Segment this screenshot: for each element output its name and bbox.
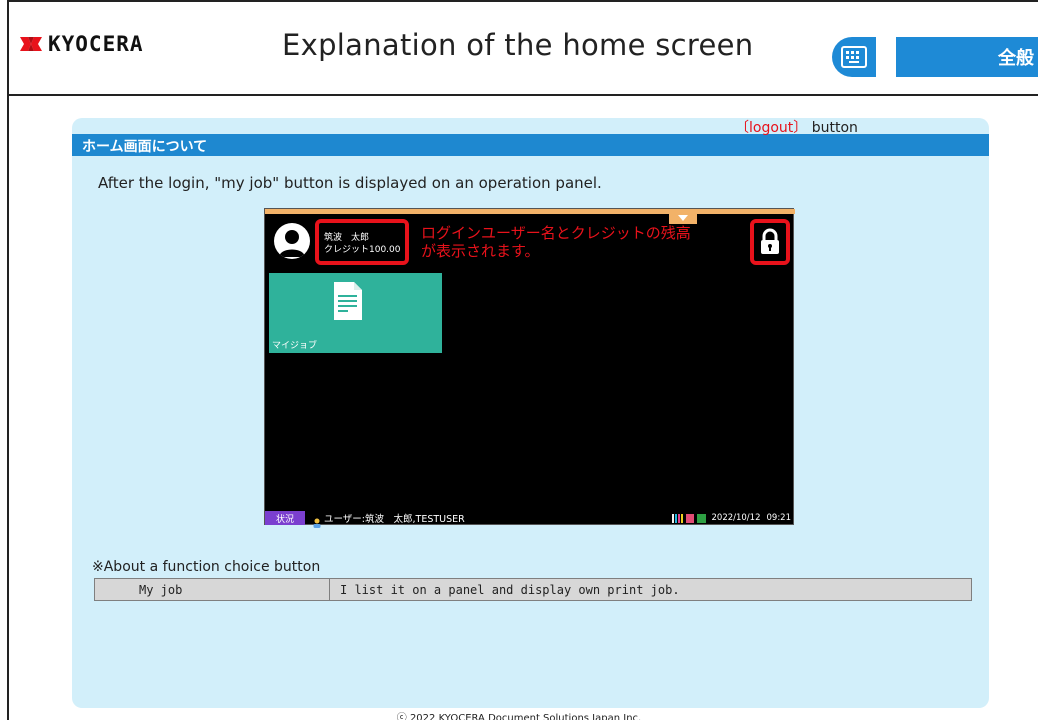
section-header: ホーム画面について [72,134,989,156]
kyocera-logo-icon [20,33,42,55]
copyright-footer: ⓒ 2022 KYOCERA Document Solutions Japan … [396,713,642,720]
table-row: My job I list it on a panel and display … [94,578,972,601]
toner-level-icon [671,513,683,523]
chevron-down-icon [678,215,688,221]
panel-pulldown-tab[interactable] [669,212,697,224]
operation-panel-screenshot: 筑波 太郎 クレジット100.00 ログインユーザー名とクレジットの残高が表示さ… [264,208,795,528]
user-avatar-icon [274,223,310,259]
panel-user-credit: クレジット100.00 [324,245,401,255]
mail-icon [696,513,706,523]
category-label: 全般 [998,48,1034,69]
logout-button[interactable] [750,219,790,265]
toner-c [674,513,677,523]
function-description-cell: I list it on a panel and display own pri… [329,578,972,601]
function-note-title: ※About a function choice button [92,559,321,575]
document-icon [333,281,363,325]
status-time: 09:21 [766,513,792,523]
keyboard-button[interactable] [832,37,876,77]
status-indicators: 2022/10/12 09:21 [671,511,792,525]
user-info-annotation: ログインユーザー名とクレジットの残高が表示されます。 [421,224,691,260]
logout-callout: 〔logout〕 button [735,117,858,137]
status-date: 2022/10/12 [711,513,761,523]
content-panel: ホーム画面について After the login, "my job" butt… [72,118,989,708]
status-button[interactable]: 状況 [265,511,305,525]
brand-logo: KYOCERA [20,32,144,56]
user-icon [313,513,321,528]
keyboard-icon [841,46,867,68]
status-user-text: ユーザー:筑波 太郎,TESTUSER [324,514,465,525]
header-divider [9,94,1038,96]
toner-m [677,513,680,523]
my-job-tile[interactable]: マイジョブ [269,273,442,353]
category-badge: 全般 [896,37,1038,77]
toner-k [671,513,674,523]
function-table: My job I list it on a panel and display … [94,578,972,601]
brand-name: KYOCERA [48,32,144,56]
function-name-cell: My job [94,578,330,601]
panel-status-bar: 状況 ユーザー:筑波 太郎,TESTUSER 2022/10/12 09:21 [265,511,795,528]
logout-callout-text: button [807,120,858,136]
page-title: Explanation of the home screen [282,28,754,62]
toner-y [680,513,683,523]
section-title: ホーム画面について [82,139,208,155]
panel-top-edge [265,209,795,214]
network-icon [685,513,694,523]
my-job-label: マイジョブ [272,341,318,351]
intro-text: After the login, "my job" button is disp… [98,174,602,192]
logout-callout-bracket: 〔logout〕 [735,120,808,136]
lock-icon [759,228,781,256]
